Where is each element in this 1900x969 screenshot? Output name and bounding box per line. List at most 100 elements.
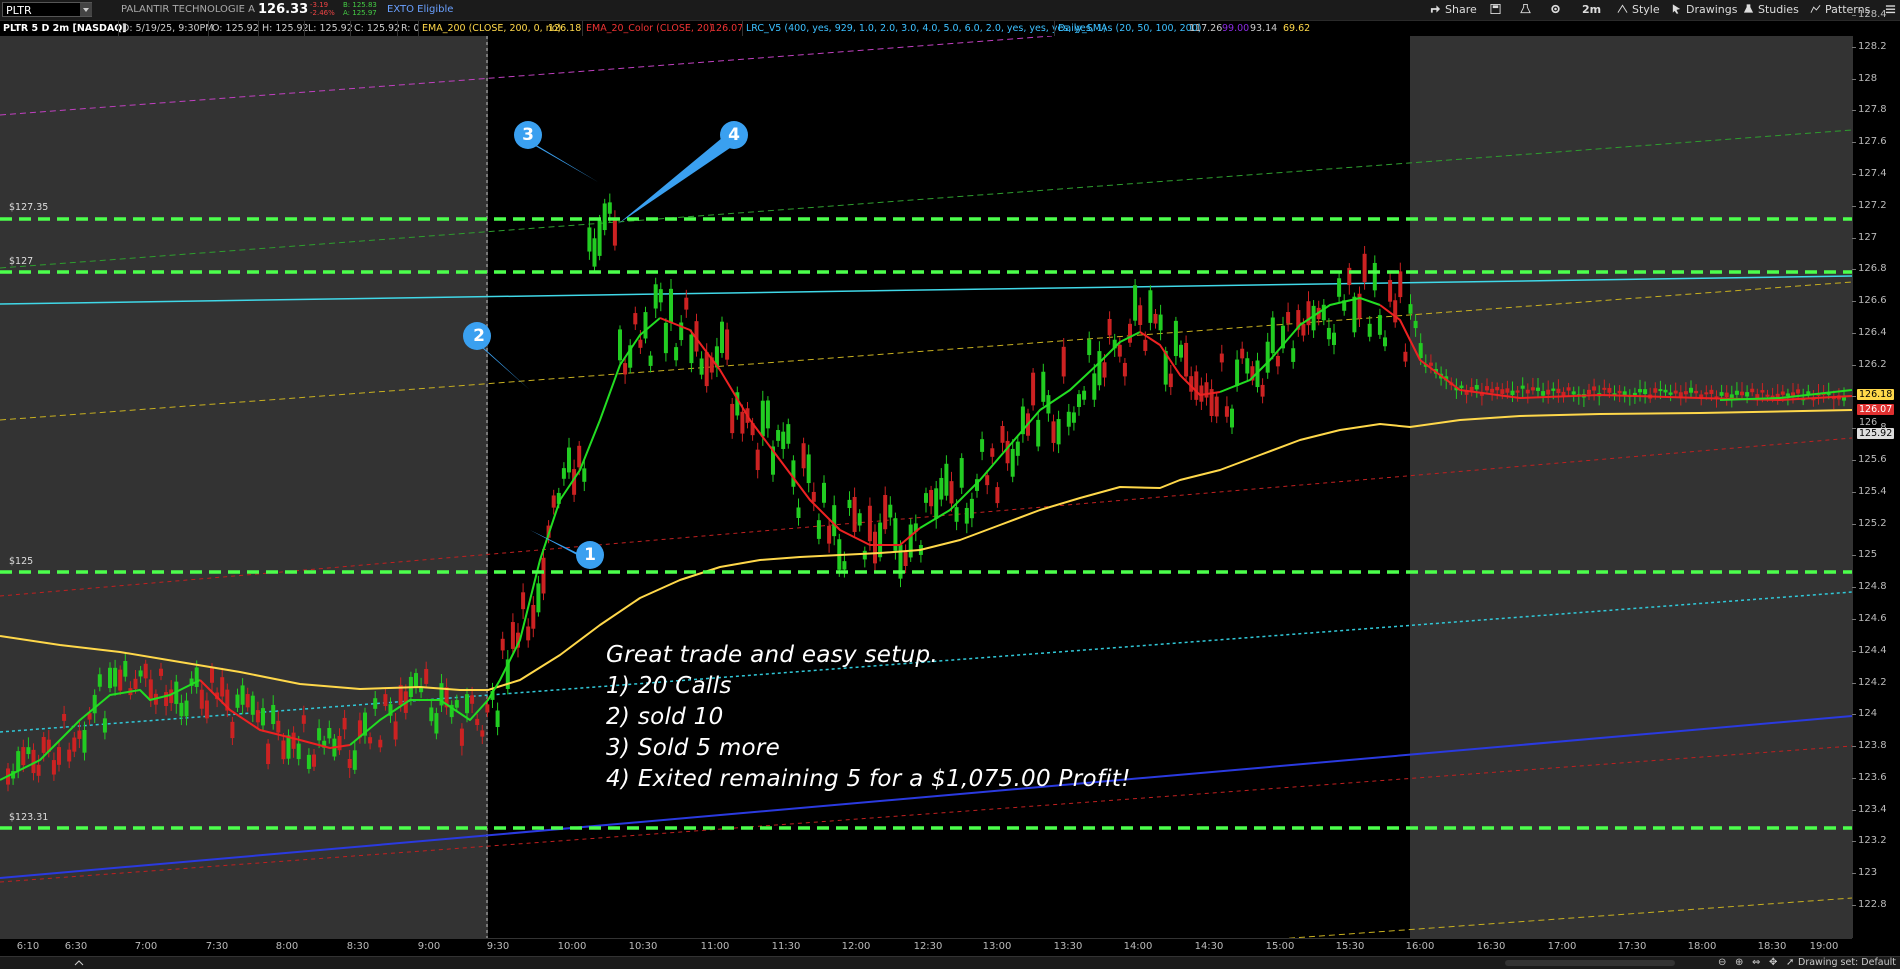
time-tick: 12:00 (841, 941, 871, 952)
sma-label[interactable]: Daily_SMAs (20, 50, 100, 200) (1054, 21, 1201, 36)
price-tick: 125.6 (1852, 454, 1887, 465)
lrc-label[interactable]: LRC_V5 (400, yes, 929, 1.0, 2.0, 3.0, 4.… (742, 21, 1106, 36)
menu-icon (1885, 5, 1896, 14)
marker-3: 3 (522, 125, 534, 145)
price-tick: 128 (1851, 72, 1878, 84)
pan-icon[interactable]: ⇔ (1752, 957, 1760, 969)
zoom-in-icon[interactable]: ⊕ (1735, 957, 1743, 969)
style-button[interactable]: Style (1617, 3, 1660, 16)
drawings-button[interactable]: Drawings (1671, 3, 1737, 16)
chart-desc: PLTR 5 D 2m [NASDAQ] (3, 23, 127, 34)
time-tick: 18:00 (1687, 941, 1717, 952)
bid-value: B: 125.83 (343, 1, 377, 9)
drawings-label: Drawings (1686, 3, 1738, 16)
time-tick: 7:30 (205, 941, 229, 952)
change-value: -3.19 (310, 1, 329, 9)
time-tick: 12:30 (913, 941, 943, 952)
time-tick: 11:30 (771, 941, 801, 952)
exto-eligible-link[interactable]: EXTO Eligible (387, 4, 453, 15)
time-tick: 16:00 (1405, 941, 1435, 952)
crosshair-icon[interactable]: ✥ (1769, 957, 1777, 969)
price-tick: 127 (1851, 231, 1878, 243)
time-axis[interactable]: 6:10 6:30 7:00 7:30 8:00 8:30 9:00 9:30 10:00 10:… (0, 938, 1852, 957)
price-tick: 126.8 (1852, 263, 1887, 275)
ema200-value: 126.18 (548, 23, 582, 34)
share-label: Share (1445, 3, 1477, 16)
chart-app: PLTR PALANTIR TECHNOLOGIE A 126.33 -3.19… (0, 0, 1900, 969)
price-tick: 128.2 (1852, 40, 1887, 52)
time-tick: 10:30 (628, 941, 658, 952)
change-percent: -2.46% (310, 9, 335, 17)
pointer-icon[interactable]: ➚ (1786, 957, 1794, 969)
afterhours-shade (1410, 36, 1852, 938)
marker-2: 2 (473, 326, 485, 346)
time-scrollbar[interactable] (1505, 960, 1675, 966)
time-tick: 13:00 (982, 941, 1012, 952)
study-info-bar: PLTR 5 D 2m [NASDAQ] D: 5/19/25, 9:30PM … (0, 21, 1860, 36)
studies-label: Studies (1758, 3, 1799, 16)
symbol-dropdown-icon[interactable] (80, 3, 92, 16)
ema200-label[interactable]: EMA_200 (CLOSE, 200, 0, no) (418, 21, 561, 36)
price-tick: 124.2 (1852, 676, 1887, 688)
price-tick: 127.4 (1852, 167, 1887, 179)
bar-close: C: 125.92 (350, 21, 400, 36)
price-tick: 122.8 (1852, 899, 1887, 910)
ema20-price-badge: 126.07 (1857, 404, 1895, 415)
time-tick: 17:30 (1617, 941, 1647, 952)
level-label-127: $127 (9, 256, 34, 267)
note-line-3: 2) sold 10 (606, 704, 724, 730)
premarket-shade (0, 36, 488, 938)
zoom-out-icon[interactable]: ⊖ (1718, 957, 1726, 969)
status-bar: ⊖ ⊕ ⇔ ✥ ➚ Drawing set: Default (0, 956, 1900, 969)
flask-icon (1520, 4, 1531, 14)
marker-4: 4 (728, 125, 740, 145)
sma100-value: 93.14 (1250, 23, 1278, 34)
studies-icon (1743, 4, 1754, 13)
top-toolbar: PLTR PALANTIR TECHNOLOGIE A 126.33 -3.19… (0, 0, 1900, 21)
time-tick: 15:30 (1335, 941, 1365, 952)
time-tick: 8:30 (346, 941, 370, 952)
share-button[interactable]: Share (1430, 3, 1477, 16)
price-tick: 128.4 (1852, 9, 1887, 20)
price-tick: 126.6 (1852, 295, 1887, 307)
price-tick: 124.6 (1852, 612, 1887, 624)
bar-date: D: 5/19/25, 9:30PM (118, 21, 213, 36)
sma200-value: 69.62 (1283, 23, 1311, 34)
ema200-price-badge: 126.18 (1857, 389, 1895, 400)
studies-button[interactable]: Studies (1743, 3, 1799, 16)
time-tick: 17:00 (1547, 941, 1577, 952)
bar-range: R: 0 (397, 21, 420, 36)
bar-high: H: 125.92 (258, 21, 309, 36)
price-tick: 123.8 (1852, 740, 1887, 752)
collapse-icon[interactable] (74, 959, 84, 967)
style-label: Style (1632, 3, 1660, 16)
level-label-127-35: $127.35 (9, 202, 49, 213)
price-axis[interactable]: 128.4 128.2 128 127.8 127.6 127.4 127.2 127 126.… (1851, 9, 1900, 938)
regular-session-area (488, 36, 1410, 938)
price-change: -3.19 -2.46% (310, 1, 335, 17)
settings-button[interactable] (1550, 3, 1565, 16)
price-tick: 123.2 (1852, 835, 1887, 847)
time-tick: 10:00 (557, 941, 587, 952)
time-tick: 6:30 (64, 941, 88, 952)
time-tick: 13:30 (1053, 941, 1083, 952)
time-tick: 11:00 (700, 941, 730, 952)
save-button[interactable] (1490, 3, 1505, 16)
price-tick: 124 (1851, 708, 1878, 720)
price-tick: 126.4 (1852, 326, 1887, 338)
note-line-4: 3) Sold 5 more (606, 735, 781, 761)
menu-button[interactable] (1885, 3, 1900, 16)
time-tick: 8:00 (275, 941, 299, 952)
price-tick: 123.6 (1852, 771, 1887, 783)
symbol-input[interactable]: PLTR (2, 2, 92, 17)
price-chart[interactable] (0, 36, 1852, 938)
company-name: PALANTIR TECHNOLOGIE A (121, 4, 255, 15)
time-tick: 9:00 (417, 941, 441, 952)
price-tick: 124.4 (1852, 644, 1887, 656)
timeframe-button[interactable]: 2m (1582, 3, 1601, 16)
price-tick: 125.4 (1852, 485, 1887, 497)
note-line-2: 1) 20 Calls (606, 673, 732, 699)
ema20-label[interactable]: EMA_20_Color (CLOSE, 20) (582, 21, 713, 36)
time-tick: 9:30 (486, 941, 510, 952)
flask-button[interactable] (1520, 3, 1535, 16)
